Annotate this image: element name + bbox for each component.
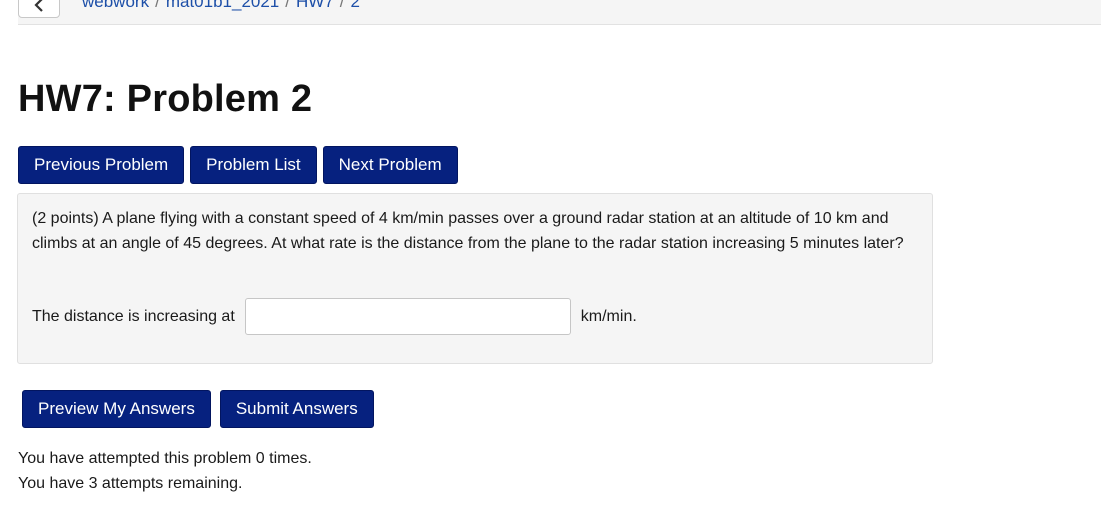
breadcrumb-separator: /: [285, 0, 290, 11]
submit-answers-button[interactable]: Submit Answers: [219, 390, 374, 428]
problem-statement: (2 points) A plane flying with a constan…: [32, 210, 904, 252]
attempts-remaining-text: You have 3 attempts remaining.: [18, 475, 243, 492]
previous-problem-button[interactable]: Previous Problem: [18, 146, 185, 184]
top-navigation-bar: webwork / mat01b1_2021 / HW7 / 2: [18, 0, 1101, 25]
answer-input[interactable]: [244, 298, 571, 335]
answer-actions: Preview My Answers Submit Answers: [22, 390, 374, 428]
preview-answers-button[interactable]: Preview My Answers: [22, 390, 211, 428]
page-title: HW7: Problem 2: [18, 78, 313, 120]
attempt-status: You have attempted this problem 0 times.…: [18, 446, 312, 496]
next-problem-button[interactable]: Next Problem: [322, 146, 458, 184]
attempted-count-text: You have attempted this problem 0 times.: [18, 450, 312, 467]
problem-panel: (2 points) A plane flying with a constan…: [17, 193, 933, 364]
breadcrumb: webwork / mat01b1_2021 / HW7 / 2: [82, 0, 360, 12]
breadcrumb-item-problem: 2: [350, 0, 360, 11]
chevron-left-icon: [34, 0, 43, 12]
problem-list-button[interactable]: Problem List: [190, 146, 317, 184]
answer-unit-label: km/min.: [580, 308, 637, 325]
answer-prefix-label: The distance is increasing at: [32, 308, 235, 325]
breadcrumb-separator: /: [339, 0, 345, 11]
back-button[interactable]: [18, 0, 60, 18]
breadcrumb-item-course[interactable]: mat01b1_2021: [166, 0, 279, 11]
problem-navigation: Previous Problem Problem List Next Probl…: [18, 146, 458, 184]
answer-row: The distance is increasing at km/min.: [32, 298, 637, 335]
breadcrumb-item-course-root[interactable]: webwork: [82, 0, 149, 11]
breadcrumb-separator: /: [155, 0, 160, 11]
breadcrumb-item-set[interactable]: HW7: [296, 0, 334, 11]
